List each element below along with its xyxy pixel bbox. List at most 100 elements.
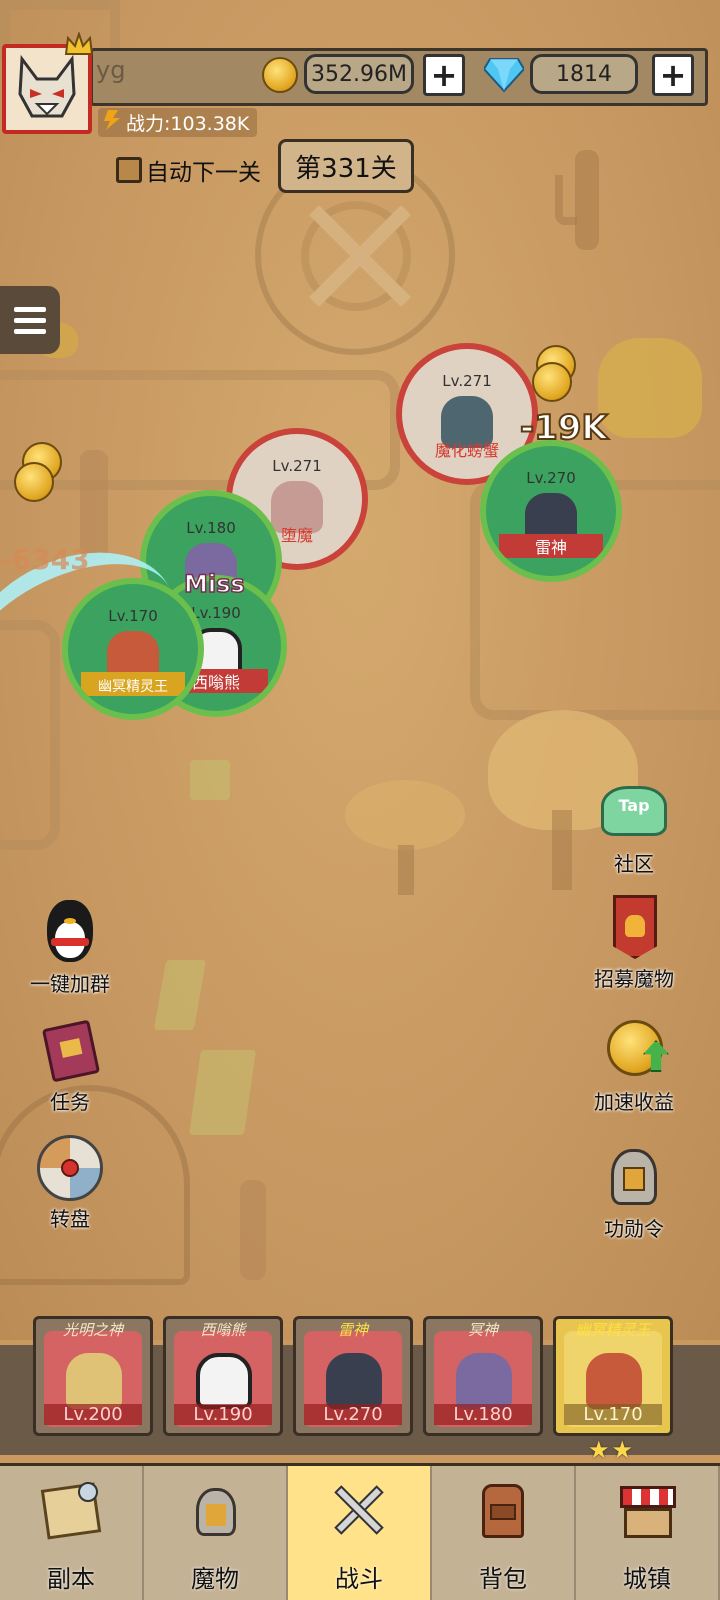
ghost-monster-decor (598, 338, 702, 438)
crystal-decor (190, 760, 230, 800)
wheel-button[interactable]: 转盘 (20, 1135, 120, 1232)
bottom-nav: 副本 魔物 战斗 背包 城镇 (0, 1463, 720, 1600)
tab-battle[interactable]: 战斗 (288, 1466, 432, 1600)
tasks-button[interactable]: 任务 (20, 1018, 120, 1115)
crystal-decor (153, 960, 207, 1030)
thor-hero-icon (326, 1353, 382, 1409)
tree-decor (552, 810, 572, 890)
hero-name: 西嗡熊 (200, 1321, 246, 1339)
tab-dungeon[interactable]: 副本 (0, 1466, 144, 1600)
coin-drop-icon[interactable] (532, 362, 572, 402)
damage-popup-faded: -6343 (0, 543, 90, 576)
unit-level: Lv.271 (272, 457, 322, 476)
hero-card-elf-king[interactable]: 幽冥精灵王 Lv.170 (553, 1316, 673, 1436)
hero-star-rating: ★★ (588, 1436, 636, 1464)
hero-card-light-god[interactable]: 光明之神 Lv.200 (33, 1316, 153, 1436)
community-button[interactable]: Tap 社区 (584, 780, 684, 877)
speed-income-label: 加速收益 (594, 1090, 674, 1114)
unit-level: Lv.180 (186, 519, 236, 538)
unit-level: Lv.270 (526, 469, 576, 488)
auto-next-label: 自动下一关 (146, 160, 261, 186)
hero-level: Lv.180 (434, 1404, 532, 1425)
diamond-icon (482, 57, 526, 93)
cactus-decor (575, 150, 599, 250)
combat-power-value: 战力:103.38K (126, 113, 250, 135)
cactus-decor (240, 1180, 266, 1280)
auto-next-checkbox[interactable] (116, 157, 142, 183)
join-group-label: 一键加群 (30, 972, 110, 996)
tab-monsters-label: 魔物 (191, 1565, 239, 1593)
gold-coin-icon (262, 57, 298, 93)
penguin-icon (37, 900, 103, 966)
hero-name: 冥神 (467, 1321, 498, 1339)
hero-name: 幽冥精灵王 (575, 1321, 651, 1339)
tab-town-label: 城镇 (623, 1565, 671, 1593)
hero-card-hades[interactable]: 冥神 Lv.180 (423, 1316, 543, 1436)
hero-name: 雷神 (337, 1321, 368, 1339)
crystal-decor (189, 1050, 256, 1135)
gold-amount: 352.96M (304, 54, 414, 94)
merit-label: 功勋令 (604, 1217, 664, 1241)
spin-wheel-icon (37, 1135, 103, 1201)
tab-dungeon-label: 副本 (47, 1565, 95, 1593)
shop-icon (616, 1480, 678, 1542)
tap-badge: Tap (618, 796, 650, 815)
add-gems-button[interactable]: + (652, 54, 694, 96)
combat-power: 战力:103.38K (98, 108, 258, 137)
crossed-swords-icon (328, 1480, 390, 1542)
menu-icon (14, 306, 46, 312)
unit-level: Lv.271 (442, 372, 492, 391)
hero-name: 光明之神 (62, 1321, 123, 1339)
miss-text: Miss (183, 569, 245, 599)
add-gold-button[interactable]: + (423, 54, 465, 96)
wheel-label: 转盘 (50, 1207, 90, 1231)
hero-level: Lv.200 (44, 1404, 142, 1425)
tree-decor (398, 845, 414, 895)
power-icon (104, 110, 120, 130)
panda-hero-icon (196, 1353, 252, 1409)
menu-button[interactable] (0, 286, 60, 354)
stage-number[interactable]: 第331关 (278, 139, 414, 193)
menu-icon (14, 317, 46, 323)
recruit-button[interactable]: 招募魔物 (584, 895, 684, 992)
tree-decor (345, 780, 465, 850)
ally-unit-thor[interactable]: Lv.270 雷神 (480, 440, 622, 582)
cactus-decor (555, 175, 577, 225)
tab-monsters[interactable]: 魔物 (144, 1466, 288, 1600)
coin-arrow-icon (601, 1018, 669, 1084)
coin-drop-icon[interactable] (14, 462, 54, 502)
tab-town[interactable]: 城镇 (576, 1466, 720, 1600)
map-scroll-icon (40, 1480, 102, 1542)
book-icon (37, 1018, 103, 1084)
community-label: 社区 (614, 852, 654, 876)
wolf-icon (12, 54, 82, 124)
tap-community-icon: Tap (601, 780, 667, 846)
hero-level: Lv.170 (564, 1404, 662, 1425)
hero-card-panda[interactable]: 西嗡熊 Lv.190 (163, 1316, 283, 1436)
horned-helmet-icon (184, 1480, 246, 1542)
player-name: yg (96, 56, 126, 84)
speed-income-button[interactable]: 加速收益 (584, 1018, 684, 1115)
unit-name: 雷神 (534, 537, 567, 557)
merit-button[interactable]: 功勋令 (584, 1145, 684, 1242)
crown-icon (64, 30, 94, 56)
join-group-button[interactable]: 一键加群 (20, 900, 120, 997)
light-god-hero-icon (66, 1353, 122, 1409)
hero-card-thor[interactable]: 雷神 Lv.270 (293, 1316, 413, 1436)
damage-popup: -19K (519, 407, 609, 449)
auto-next-toggle[interactable]: 自动下一关 (116, 153, 261, 187)
menu-icon (14, 328, 46, 334)
tab-battle-label: 战斗 (335, 1565, 383, 1593)
gem-amount: 1814 (530, 54, 638, 94)
player-avatar[interactable] (2, 44, 92, 134)
hero-level: Lv.190 (174, 1404, 272, 1425)
hades-hero-icon (456, 1353, 512, 1409)
hero-level: Lv.270 (304, 1404, 402, 1425)
backpack-icon (472, 1480, 534, 1542)
tab-bag[interactable]: 背包 (432, 1466, 576, 1600)
recruit-label: 招募魔物 (594, 967, 674, 991)
tab-bag-label: 背包 (479, 1565, 527, 1593)
banner-helmet-icon (601, 895, 667, 961)
elf-king-hero-icon (586, 1353, 642, 1409)
tasks-label: 任务 (50, 1090, 90, 1114)
